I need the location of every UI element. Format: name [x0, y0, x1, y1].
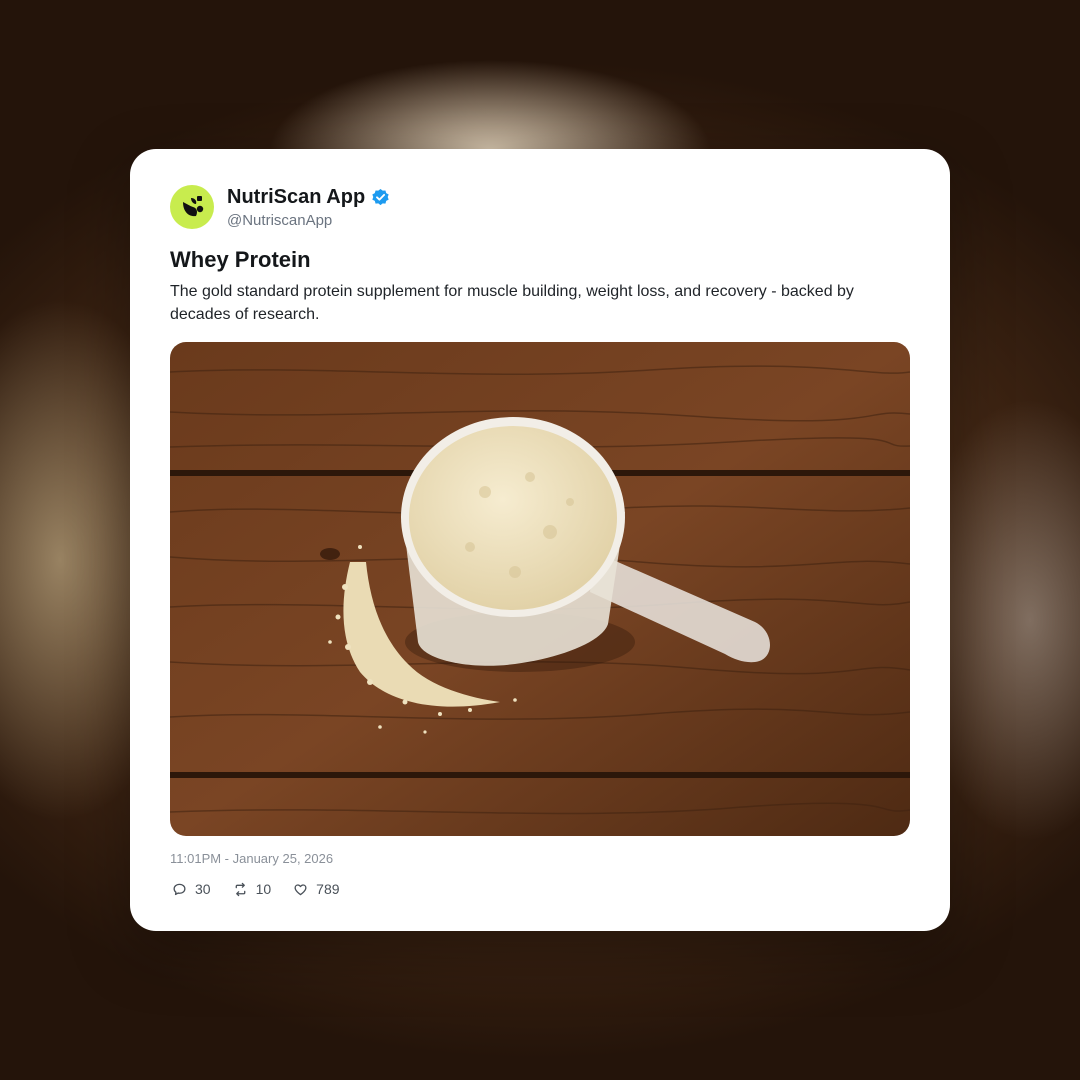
verified-badge-icon: [372, 188, 389, 205]
whey-protein-scoop-photo: [170, 342, 910, 836]
post-image[interactable]: [170, 342, 910, 836]
reply-icon: [173, 883, 186, 895]
heart-icon: [294, 883, 307, 895]
post-header: NutriScan App @NutriscanApp: [170, 185, 390, 229]
repost-count: 10: [255, 881, 272, 897]
display-name[interactable]: NutriScan App: [227, 186, 365, 209]
repost-button[interactable]: 10: [233, 881, 272, 897]
post-timestamp[interactable]: 11:01PM - January 25, 2026: [170, 851, 333, 866]
like-button[interactable]: 789: [293, 881, 340, 897]
post-actions: 30 10 789: [172, 881, 362, 897]
account-names: NutriScan App @NutriscanApp: [227, 186, 390, 229]
repost-icon: [235, 882, 245, 896]
post-card: NutriScan App @NutriscanApp Whey Protein…: [130, 149, 950, 931]
account-handle[interactable]: @NutriscanApp: [227, 212, 390, 229]
avatar[interactable]: [170, 185, 214, 229]
like-count: 789: [316, 881, 340, 897]
reply-button[interactable]: 30: [172, 881, 211, 897]
reply-count: 30: [195, 881, 211, 897]
nutriscan-logo-icon: [183, 196, 204, 217]
post-body: The gold standard protein supplement for…: [170, 283, 854, 323]
display-name-row: NutriScan App: [227, 186, 390, 209]
post-title: Whey Protein: [170, 247, 311, 272]
